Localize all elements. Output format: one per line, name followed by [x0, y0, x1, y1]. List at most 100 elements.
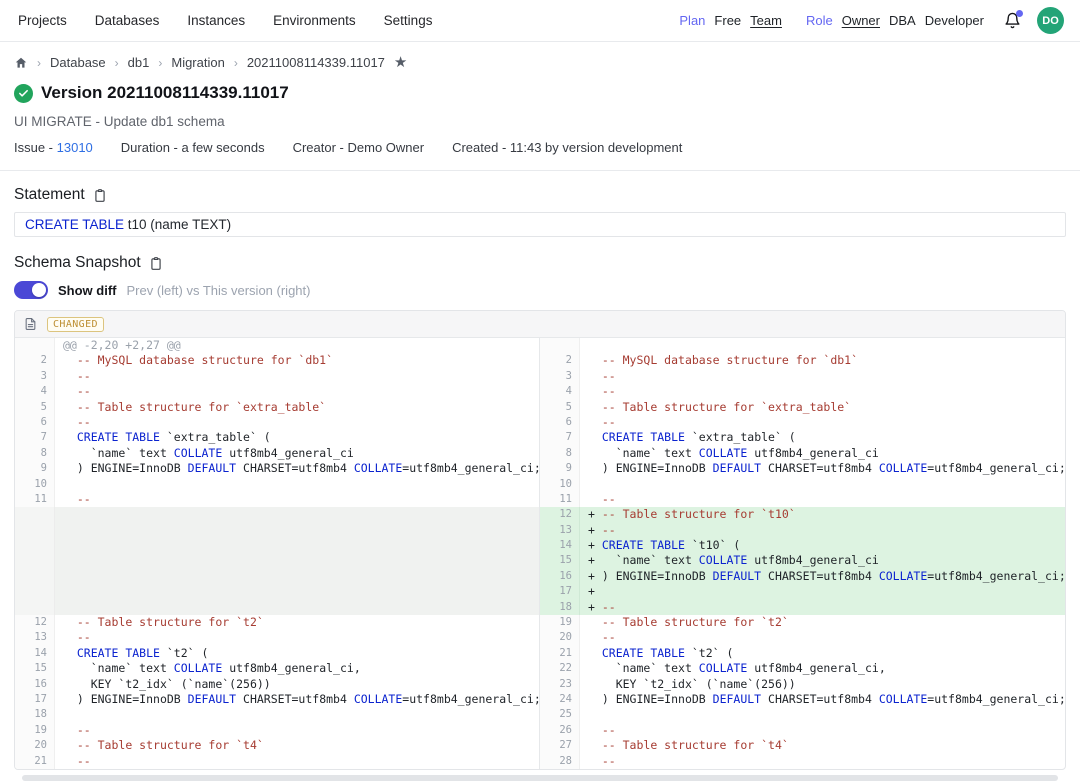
role-dba[interactable]: DBA: [889, 13, 916, 28]
line-number: 15: [15, 661, 55, 676]
line-number: 18: [15, 707, 55, 722]
diff-code-row: 15 `name` text COLLATE utf8mb4_general_c…: [15, 661, 539, 676]
role-owner[interactable]: Owner: [842, 13, 880, 28]
snapshot-heading-row: Schema Snapshot: [14, 254, 1066, 272]
diff-code-row: 10: [15, 477, 539, 492]
top-nav: Projects Databases Instances Environments Se…: [0, 0, 1080, 42]
line-number: 2: [540, 353, 580, 368]
role-developer[interactable]: Developer: [925, 13, 984, 28]
breadcrumb-item[interactable]: db1: [128, 55, 150, 70]
plan-team-link[interactable]: Team: [750, 13, 782, 28]
home-button[interactable]: [14, 56, 28, 70]
file-icon: [24, 317, 37, 331]
diff-header: CHANGED: [15, 311, 1065, 338]
line-number: 11: [540, 492, 580, 507]
role-group: Role Owner DBA Developer: [806, 13, 984, 28]
diff-code-row: 9 ) ENGINE=InnoDB DEFAULT CHARSET=utf8mb…: [15, 461, 539, 476]
breadcrumb-item[interactable]: Migration: [171, 55, 224, 70]
line-number: [15, 584, 55, 599]
breadcrumb-item[interactable]: 20211008114339.11017: [247, 55, 385, 70]
code-line: --: [580, 369, 1065, 384]
line-number: 4: [540, 384, 580, 399]
line-number: 25: [540, 707, 580, 722]
code-line: [55, 600, 539, 615]
code-line: + ) ENGINE=InnoDB DEFAULT CHARSET=utf8mb…: [580, 569, 1065, 584]
breadcrumb-item[interactable]: Database: [50, 55, 106, 70]
star-icon[interactable]: ★: [394, 55, 407, 70]
issue-link[interactable]: 13010: [57, 140, 93, 155]
line-number: [15, 600, 55, 615]
line-number: 22: [540, 661, 580, 676]
diff-spacer-row: [15, 523, 539, 538]
diff-code-row: 20 --: [540, 630, 1065, 645]
line-number: [15, 338, 55, 353]
code-line: KEY `t2_idx` (`name`(256)): [580, 677, 1065, 692]
diff-code-row: 5 -- Table structure for `extra_table`: [15, 400, 539, 415]
diff-code-row: 3 --: [540, 369, 1065, 384]
line-number: 7: [15, 430, 55, 445]
code-line: CREATE TABLE `t2` (: [55, 646, 539, 661]
diff-code-row: 16 KEY `t2_idx` (`name`(256)): [15, 677, 539, 692]
copy-statement-button[interactable]: [93, 188, 107, 203]
meta-duration: Duration - a few seconds: [121, 140, 265, 155]
code-line: -- MySQL database structure for `db1`: [55, 353, 539, 368]
code-line: [580, 477, 1065, 492]
code-line: [55, 553, 539, 568]
page-title: Version 20211008114339.11017: [41, 83, 289, 103]
line-number: 7: [540, 430, 580, 445]
code-line: [580, 338, 1065, 353]
nav-item-instances[interactable]: Instances: [187, 13, 245, 28]
line-number: [540, 338, 580, 353]
code-line: --: [55, 415, 539, 430]
code-line: --: [580, 384, 1065, 399]
role-label: Role: [806, 13, 833, 28]
copy-snapshot-button[interactable]: [149, 256, 163, 271]
avatar[interactable]: DO: [1037, 7, 1064, 34]
line-number: 13: [15, 630, 55, 645]
diff-code-row: 26 --: [540, 723, 1065, 738]
nav-item-projects[interactable]: Projects: [18, 13, 67, 28]
diff-toggle-row: Show diff Prev (left) vs This version (r…: [14, 281, 1066, 299]
diff-code-row: 18+ --: [540, 600, 1065, 615]
title-bar: Version 20211008114339.11017: [14, 83, 1066, 103]
nav-item-settings[interactable]: Settings: [384, 13, 433, 28]
code-line: +: [580, 584, 1065, 599]
statement-heading: Statement: [14, 186, 85, 204]
line-number: [15, 553, 55, 568]
diff-code-row: 6 --: [15, 415, 539, 430]
line-number: 3: [15, 369, 55, 384]
nav-item-databases[interactable]: Databases: [95, 13, 160, 28]
code-line: --: [580, 754, 1065, 769]
line-number: 21: [15, 754, 55, 769]
diff-code-row: 4 --: [15, 384, 539, 399]
code-line: -- Table structure for `t2`: [55, 615, 539, 630]
line-number: 9: [540, 461, 580, 476]
code-line: --: [55, 630, 539, 645]
code-line: ) ENGINE=InnoDB DEFAULT CHARSET=utf8mb4 …: [55, 461, 539, 476]
line-number: 10: [540, 477, 580, 492]
line-number: 11: [15, 492, 55, 507]
plan-label: Plan: [679, 13, 705, 28]
line-number: 28: [540, 754, 580, 769]
line-number: 6: [15, 415, 55, 430]
code-line: CREATE TABLE `extra_table` (: [55, 430, 539, 445]
notifications-button[interactable]: [1004, 12, 1021, 29]
diff-code-row: 19 --: [15, 723, 539, 738]
line-number: 8: [15, 446, 55, 461]
line-number: 18: [540, 600, 580, 615]
clipboard-icon: [149, 256, 163, 271]
line-number: 9: [15, 461, 55, 476]
success-check-icon: [14, 84, 33, 103]
nav-item-environments[interactable]: Environments: [273, 13, 356, 28]
diff-spacer-row: [15, 507, 539, 522]
clipboard-icon: [93, 188, 107, 203]
line-number: 20: [540, 630, 580, 645]
code-line: CREATE TABLE `extra_table` (: [580, 430, 1065, 445]
show-diff-toggle[interactable]: [14, 281, 48, 299]
schema-diff-panel: CHANGED @@ -2,20 +2,27 @@2 -- MySQL data…: [14, 310, 1066, 770]
plan-value: Free: [714, 13, 741, 28]
horizontal-scrollbar[interactable]: [22, 775, 1058, 781]
code-line: + -- Table structure for `t10`: [580, 507, 1065, 522]
diff-code-row: 7 CREATE TABLE `extra_table` (: [15, 430, 539, 445]
code-line: `name` text COLLATE utf8mb4_general_ci,: [55, 661, 539, 676]
